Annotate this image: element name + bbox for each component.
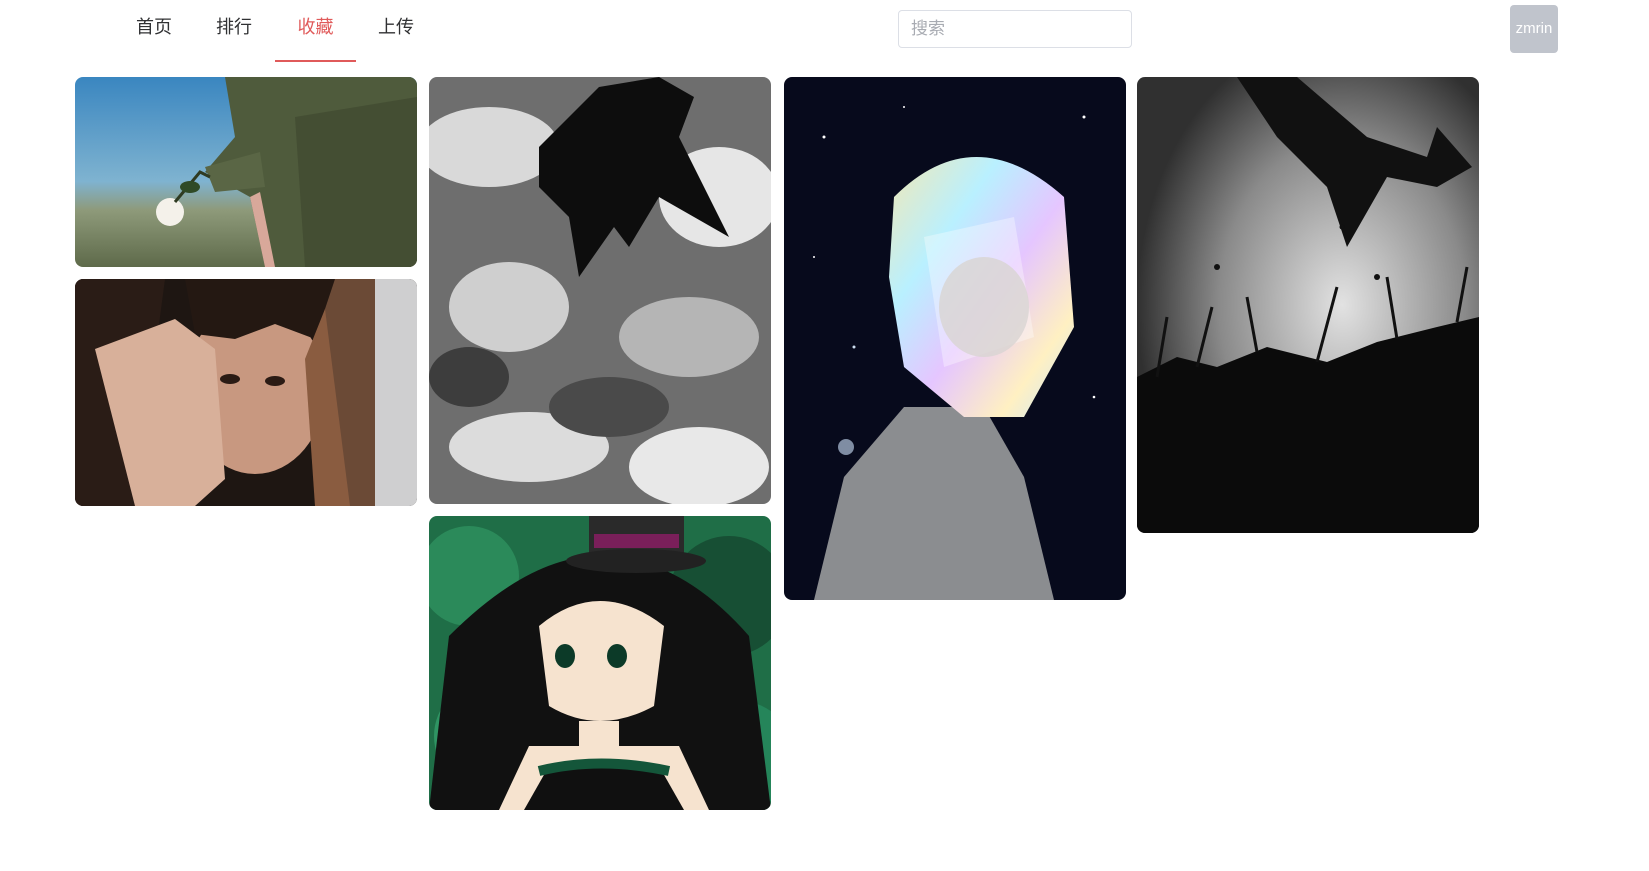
- nav-tab-home[interactable]: 首页: [118, 0, 190, 62]
- nav-tab-ranking[interactable]: 排行: [198, 0, 270, 62]
- gallery-image-anime-girl[interactable]: [429, 516, 771, 810]
- user-avatar[interactable]: zmrin: [1510, 5, 1558, 53]
- nav-tab-upload[interactable]: 上传: [360, 0, 432, 62]
- top-nav-bar: 首页 排行 收藏 上传 zmrin: [0, 0, 1649, 64]
- gallery-image-coat-flower[interactable]: [75, 77, 417, 267]
- nav-tab-favorites[interactable]: 收藏: [275, 0, 356, 62]
- gallery-image-crow-snow[interactable]: [429, 77, 771, 504]
- gallery-image-crows-trees[interactable]: [1137, 77, 1479, 533]
- search-input[interactable]: [898, 10, 1132, 48]
- gallery-image-iridescent-head[interactable]: [784, 77, 1126, 600]
- gallery-image-girl-portrait[interactable]: [75, 279, 417, 506]
